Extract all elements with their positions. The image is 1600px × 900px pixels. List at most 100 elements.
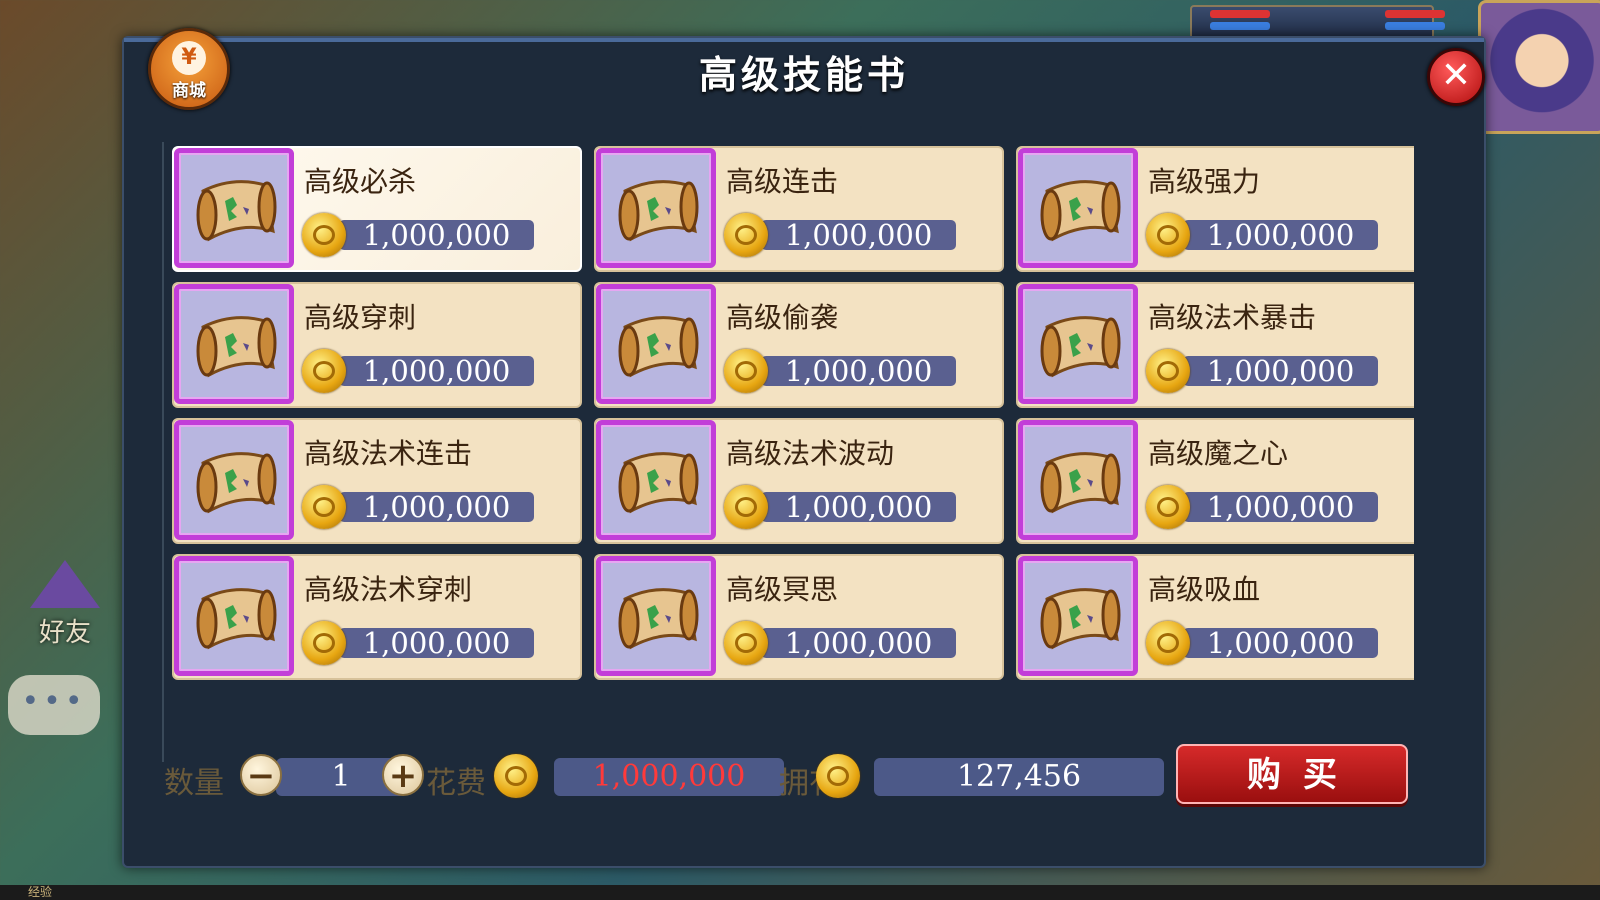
item-price-bar: 1,000,000 <box>761 628 956 658</box>
item-price-bar: 1,000,000 <box>761 356 956 386</box>
exp-label: 经验 <box>28 885 53 899</box>
chat-bubble-icon: ••• <box>21 684 87 719</box>
item-name: 高级法术连击 <box>304 437 473 470</box>
purchase-footer: 数量 1 − + 花费 1,000,000 拥有 127,456 购买 <box>164 744 1408 810</box>
cost-value: 1,000,000 <box>592 759 746 794</box>
item-name: 高级偷袭 <box>726 301 839 334</box>
item-price: 1,000,000 <box>1206 218 1355 252</box>
item-price: 1,000,000 <box>1206 354 1355 388</box>
skill-book-scroll-icon <box>196 180 277 242</box>
item-name: 高级魔之心 <box>1148 437 1289 470</box>
skill-book-scroll-icon <box>618 452 699 514</box>
item-name: 高级法术穿刺 <box>304 573 473 606</box>
shop-item-card[interactable]: 高级法术暴击 1,000,000 <box>1016 282 1414 408</box>
gold-coin-icon <box>302 349 346 393</box>
player-mp-bar <box>1385 22 1445 30</box>
exp-bar: 经验 <box>0 885 1600 900</box>
skill-book-scroll-icon <box>1040 180 1121 242</box>
plus-icon: + <box>388 756 418 796</box>
item-price-bar: 1,000,000 <box>1183 628 1378 658</box>
chat-button[interactable]: ••• <box>8 675 100 735</box>
gold-coin-icon <box>302 621 346 665</box>
close-button[interactable]: ✕ <box>1427 48 1485 106</box>
item-name: 高级冥思 <box>726 573 839 606</box>
increase-quantity-button[interactable]: + <box>382 754 424 796</box>
item-icon-frame <box>174 556 294 676</box>
item-price: 1,000,000 <box>784 354 933 388</box>
item-price: 1,000,000 <box>362 218 511 252</box>
gold-coin-icon <box>1146 213 1190 257</box>
item-name: 高级吸血 <box>1148 573 1261 606</box>
decrease-quantity-button[interactable]: − <box>240 754 282 796</box>
dialog-top-border <box>124 38 1484 42</box>
gold-coin-icon <box>724 213 768 257</box>
owned-display: 127,456 <box>874 758 1164 796</box>
item-icon-frame <box>174 148 294 268</box>
item-price-bar: 1,000,000 <box>339 628 534 658</box>
shop-item-card[interactable]: 高级法术穿刺 1,000,000 <box>172 554 582 680</box>
skill-book-scroll-icon <box>196 316 277 378</box>
item-price-bar: 1,000,000 <box>1183 220 1378 250</box>
item-grid: 高级必杀 1,000,000 高级连击 1,000,000 高级强力 1,000… <box>172 146 1414 680</box>
skill-book-scroll-icon <box>196 588 277 650</box>
item-name: 高级法术暴击 <box>1148 301 1317 334</box>
gold-coin-icon <box>816 754 860 798</box>
skill-book-scroll-icon <box>1040 452 1121 514</box>
item-price-bar: 1,000,000 <box>1183 492 1378 522</box>
shop-item-card[interactable]: 高级冥思 1,000,000 <box>594 554 1004 680</box>
item-name: 高级连击 <box>726 165 839 198</box>
buy-button[interactable]: 购买 <box>1176 744 1408 804</box>
shop-item-card[interactable]: 高级必杀 1,000,000 <box>172 146 582 272</box>
shop-item-card[interactable]: 高级穿刺 1,000,000 <box>172 282 582 408</box>
player-avatar[interactable] <box>1478 0 1600 134</box>
shop-item-card[interactable]: 高级法术连击 1,000,000 <box>172 418 582 544</box>
item-price-bar: 1,000,000 <box>339 220 534 250</box>
minus-icon: − <box>246 756 276 796</box>
item-price: 1,000,000 <box>362 354 511 388</box>
skill-book-scroll-icon <box>196 452 277 514</box>
item-price: 1,000,000 <box>784 490 933 524</box>
item-icon-frame <box>596 284 716 404</box>
gold-coin-icon <box>302 213 346 257</box>
item-price-bar: 1,000,000 <box>339 356 534 386</box>
close-icon: ✕ <box>1440 55 1472 96</box>
owned-value: 127,456 <box>956 759 1082 794</box>
item-price: 1,000,000 <box>784 626 933 660</box>
skill-book-scroll-icon <box>1040 316 1121 378</box>
gold-coin-icon <box>724 621 768 665</box>
item-price-bar: 1,000,000 <box>761 220 956 250</box>
item-icon-frame <box>1018 284 1138 404</box>
friend-label: 好友 <box>38 618 91 648</box>
item-name: 高级必杀 <box>304 165 417 198</box>
item-price: 1,000,000 <box>784 218 933 252</box>
item-list-scroll-area[interactable]: 高级必杀 1,000,000 高级连击 1,000,000 高级强力 1,000… <box>162 142 1414 762</box>
shop-item-card[interactable]: 高级吸血 1,000,000 <box>1016 554 1414 680</box>
item-price: 1,000,000 <box>1206 490 1355 524</box>
item-name: 高级强力 <box>1148 165 1261 198</box>
item-icon-frame <box>1018 148 1138 268</box>
shop-item-card[interactable]: 高级连击 1,000,000 <box>594 146 1004 272</box>
shop-item-card[interactable]: 高级法术波动 1,000,000 <box>594 418 1004 544</box>
skill-book-scroll-icon <box>1040 588 1121 650</box>
gold-coin-icon <box>494 754 538 798</box>
gold-coin-icon <box>1146 349 1190 393</box>
item-name: 高级法术波动 <box>726 437 895 470</box>
item-price-bar: 1,000,000 <box>1183 356 1378 386</box>
item-icon-frame <box>596 556 716 676</box>
shop-item-card[interactable]: 高级魔之心 1,000,000 <box>1016 418 1414 544</box>
item-icon-frame <box>174 284 294 404</box>
item-price: 1,000,000 <box>1206 626 1355 660</box>
friend-button[interactable]: 好友 <box>15 560 115 650</box>
shop-item-card[interactable]: 高级强力 1,000,000 <box>1016 146 1414 272</box>
shop-item-card[interactable]: 高级偷袭 1,000,000 <box>594 282 1004 408</box>
dialog-title: 高级技能书 <box>698 53 909 97</box>
quantity-label: 数量 <box>164 766 224 801</box>
item-price-bar: 1,000,000 <box>339 492 534 522</box>
item-price: 1,000,000 <box>362 490 511 524</box>
item-icon-frame <box>1018 420 1138 540</box>
gold-coin-icon <box>724 349 768 393</box>
item-icon-frame <box>596 148 716 268</box>
gold-coin-icon <box>302 485 346 529</box>
skill-book-scroll-icon <box>618 588 699 650</box>
item-price-bar: 1,000,000 <box>761 492 956 522</box>
